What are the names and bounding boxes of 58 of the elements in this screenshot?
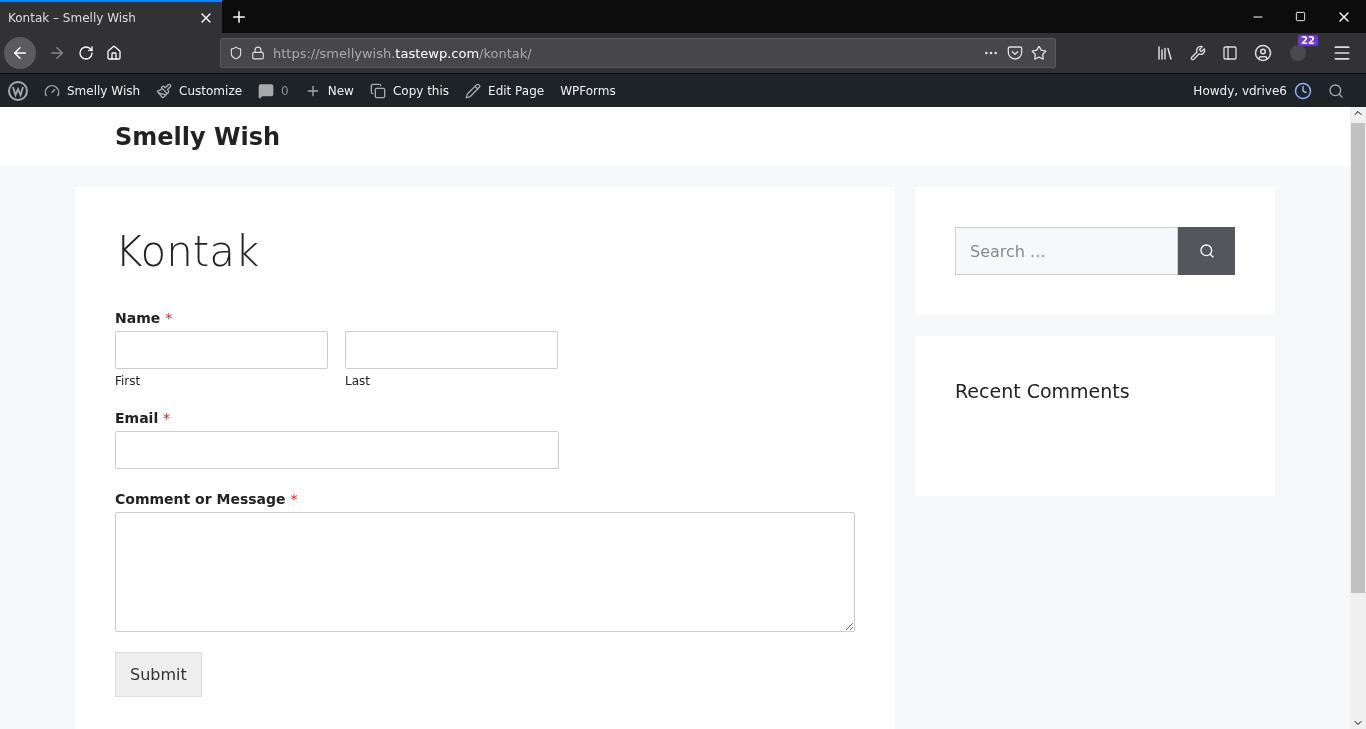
library-icon[interactable] [1156, 44, 1174, 62]
greeting-text: Howdy, vdrive6 [1193, 83, 1287, 98]
sidebar-icon[interactable] [1222, 45, 1238, 61]
browser-tab[interactable]: Kontak – Smelly Wish [0, 0, 222, 33]
pencil-icon [465, 82, 482, 99]
admin-bar-label: New [327, 83, 354, 98]
field-label: Email * [115, 410, 172, 426]
forward-icon[interactable] [48, 44, 66, 62]
input-field[interactable] [115, 331, 328, 369]
admin-bar-label: Customize [179, 83, 243, 98]
copy-icon [369, 82, 386, 99]
field-label: Comment or Message * [115, 491, 299, 507]
sublabel: First [115, 374, 142, 388]
site-title[interactable]: Smelly Wish [115, 122, 281, 151]
home-icon[interactable] [106, 45, 122, 61]
wrench-icon[interactable] [1190, 45, 1206, 61]
lock-icon [251, 46, 265, 60]
notification-badge: 22 [1298, 35, 1318, 46]
page-title: Kontak [115, 227, 261, 276]
account-link[interactable]: Howdy, vdrive6 [1193, 81, 1312, 100]
admin-bar-link[interactable]: New [304, 82, 354, 99]
admin-bar-label: Copy this [392, 83, 450, 98]
wordpress-logo-icon[interactable] [8, 80, 28, 101]
widget-title: Recent Comments [955, 380, 1131, 402]
search-icon [1198, 243, 1215, 259]
search-icon[interactable] [1328, 82, 1344, 99]
shield-icon [229, 46, 243, 60]
menu-icon[interactable] [1332, 43, 1352, 63]
search-button[interactable] [1178, 227, 1235, 275]
comment-icon [258, 82, 275, 99]
admin-bar-link[interactable]: Customize [156, 82, 243, 99]
message-field[interactable] [115, 512, 855, 632]
scrollbar[interactable] [1350, 107, 1366, 729]
admin-bar-link[interactable]: Copy this [369, 82, 450, 99]
search-field[interactable]: Search ... [955, 227, 1178, 275]
back-button[interactable] [4, 37, 36, 69]
input-field[interactable] [345, 331, 558, 369]
comments-link[interactable]: 0 [258, 82, 289, 99]
star-icon[interactable] [1031, 45, 1047, 61]
pocket-icon[interactable] [1007, 45, 1023, 61]
comment-count: 0 [281, 83, 289, 98]
url-text: https://smellywish.tastewp.com/kontak/ [273, 45, 533, 61]
reload-icon[interactable] [78, 45, 94, 61]
field-label: Name * [115, 310, 174, 326]
admin-bar-link[interactable]: Edit Page [465, 82, 545, 99]
dashboard-icon [44, 82, 60, 99]
paintbrush-icon [156, 82, 173, 99]
admin-bar-label: Smelly Wish [67, 83, 141, 98]
sublabel: Last [345, 374, 371, 388]
account-icon[interactable] [1254, 44, 1272, 62]
admin-bar-link[interactable]: WPForms [560, 83, 616, 98]
submit-button[interactable]: Submit [115, 652, 202, 697]
admin-bar-link[interactable]: Smelly Wish [44, 82, 141, 99]
address-bar[interactable]: https://smellywish.tastewp.com/kontak/ [220, 38, 1056, 68]
tab-title: Kontak – Smelly Wish [8, 10, 136, 25]
restore-icon[interactable] [1295, 11, 1306, 22]
admin-bar-label: Edit Page [488, 83, 545, 98]
input-field[interactable] [115, 431, 559, 469]
